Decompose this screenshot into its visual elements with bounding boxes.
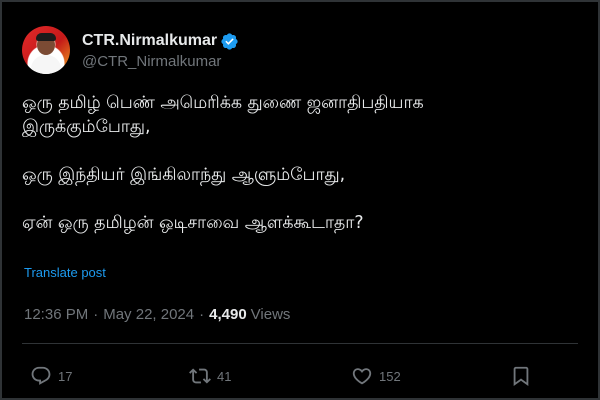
repost-icon: [189, 368, 211, 384]
post-time[interactable]: 12:36 PM: [24, 306, 88, 323]
translate-post-link[interactable]: Translate post: [24, 265, 106, 280]
like-button[interactable]: 152: [351, 362, 401, 390]
bookmark-icon: [513, 366, 529, 387]
repost-count: 41: [217, 368, 232, 384]
action-bar: 17 41 152: [0, 362, 600, 392]
meta-separator: ·: [93, 306, 99, 323]
avatar-shirt: [31, 55, 61, 74]
post-line-gap: [22, 187, 582, 211]
meta-separator: ·: [199, 306, 205, 323]
display-name[interactable]: CTR.Nirmalkumar: [82, 32, 217, 50]
like-count: 152: [379, 368, 401, 384]
bookmark-button[interactable]: [510, 362, 532, 390]
avatar-hair: [36, 33, 56, 41]
post-line-1: ஒரு தமிழ் பெண் அமெரிக்க துணை ஜனாதிபதியாக: [22, 93, 424, 113]
post-meta: 12:36 PM · May 22, 2024 · 4,490 Views: [24, 306, 290, 323]
post-line-4: ஏன் ஒரு தமிழன் ஒடிசாவை ஆளக்கூடாதா?: [22, 213, 364, 233]
reply-count: 17: [58, 368, 73, 384]
reply-button[interactable]: 17: [30, 362, 72, 390]
author-names: CTR.Nirmalkumar @CTR_Nirmalkumar: [82, 30, 239, 70]
repost-button[interactable]: 41: [189, 362, 231, 390]
author-handle[interactable]: @CTR_Nirmalkumar: [82, 53, 239, 70]
post-line-3: ஒரு இந்தியர் இங்கிலாந்து ஆளும்போது,: [22, 165, 346, 185]
post-line-2: இருக்கும்போது,: [22, 117, 151, 137]
post-header: CTR.Nirmalkumar @CTR_Nirmalkumar: [22, 24, 239, 76]
post-text: ஒரு தமிழ் பெண் அமெரிக்க துணை ஜனாதிபதியாக…: [22, 91, 582, 235]
avatar[interactable]: [22, 26, 70, 74]
divider: [22, 343, 578, 344]
views-count: 4,490: [209, 306, 247, 323]
post-line-gap: [22, 139, 582, 163]
display-name-row: CTR.Nirmalkumar: [82, 30, 239, 52]
views-label[interactable]: Views: [251, 306, 291, 323]
verified-badge-icon: [221, 32, 238, 50]
post-date[interactable]: May 22, 2024: [103, 306, 194, 323]
heart-icon: [352, 368, 372, 385]
reply-icon: [31, 366, 51, 385]
